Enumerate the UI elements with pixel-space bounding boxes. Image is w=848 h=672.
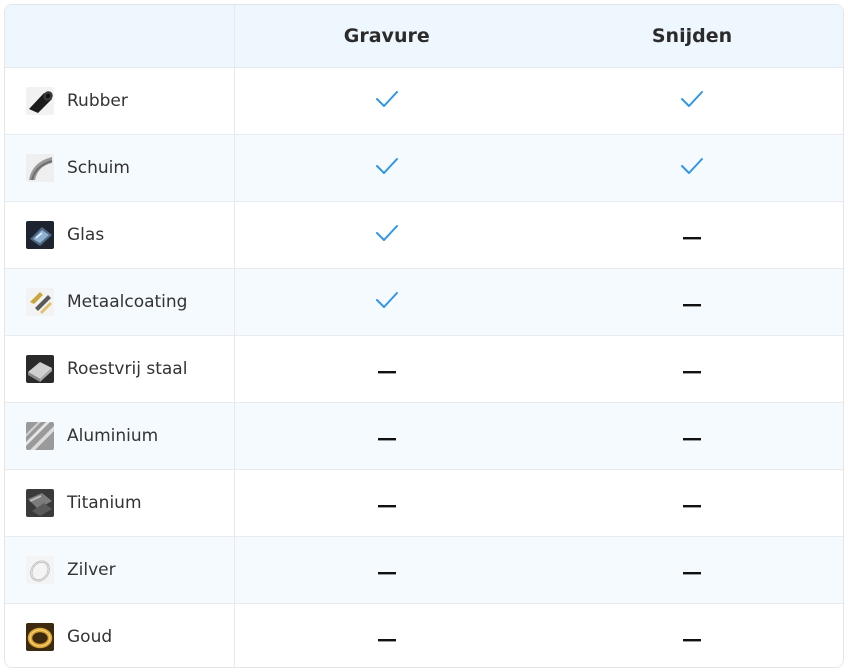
table-row: Titanium <box>5 469 843 537</box>
table-row: Roestvrij staal <box>5 335 843 403</box>
table-row: Schuim <box>5 134 843 202</box>
dash-icon <box>376 494 398 513</box>
dash-icon <box>681 628 703 647</box>
snijden-cell <box>539 67 843 135</box>
dash-icon <box>681 561 703 580</box>
dash-icon <box>376 427 398 446</box>
material: Titanium <box>26 488 233 517</box>
dash-icon <box>681 293 703 312</box>
check-icon <box>680 89 704 113</box>
dash-icon <box>681 494 703 513</box>
table-row: Goud <box>5 603 843 667</box>
table-row: Rubber <box>5 67 843 135</box>
gravure-cell <box>234 67 539 135</box>
material-label: Zilver <box>67 559 116 580</box>
gravure-cell <box>234 335 539 403</box>
foam-icon <box>26 153 54 182</box>
material: Rubber <box>26 86 233 115</box>
material-label: Goud <box>67 626 113 647</box>
material-label: Rubber <box>67 90 128 111</box>
material-cell: Metaalcoating <box>5 268 235 336</box>
material-label: Roestvrij staal <box>67 358 188 379</box>
material: Schuim <box>26 153 233 182</box>
gravure-cell <box>234 134 539 202</box>
dash-icon <box>376 561 398 580</box>
metal-coating-icon <box>26 287 54 316</box>
material-cell: Schuim <box>5 134 235 202</box>
dash-icon <box>681 360 703 379</box>
snijden-cell <box>539 201 843 269</box>
header-snijden: Snijden <box>539 5 843 68</box>
snijden-cell <box>539 134 843 202</box>
compatibility-grid: Gravure Snijden Rubber Schuim Glas Metaalco… <box>5 5 843 667</box>
table-body: Rubber Schuim Glas Metaalcoating Roestvrij s… <box>5 67 843 667</box>
material-cell: Glas <box>5 201 235 269</box>
snijden-cell <box>539 469 843 537</box>
aluminium-icon <box>26 421 54 450</box>
gravure-cell <box>234 402 539 470</box>
material: Aluminium <box>26 421 233 450</box>
material-label: Glas <box>67 224 105 245</box>
material-compatibility-table: Gravure Snijden Rubber Schuim Glas Metaalco… <box>4 4 844 668</box>
material-cell: Roestvrij staal <box>5 335 235 403</box>
silver-ring-icon <box>26 555 54 584</box>
check-icon <box>375 156 399 180</box>
gravure-cell <box>234 536 539 604</box>
dash-icon <box>681 427 703 446</box>
material-label: Titanium <box>67 492 142 513</box>
table-row: Aluminium <box>5 402 843 470</box>
material-cell: Aluminium <box>5 402 235 470</box>
material: Zilver <box>26 555 233 584</box>
header-gravure: Gravure <box>234 5 539 68</box>
material: Glas <box>26 220 233 249</box>
check-icon <box>375 89 399 113</box>
header-row: Gravure Snijden <box>5 5 843 68</box>
check-icon <box>680 156 704 180</box>
dash-icon <box>376 628 398 647</box>
material-cell: Zilver <box>5 536 235 604</box>
material: Goud <box>26 622 233 651</box>
check-icon <box>375 223 399 247</box>
gravure-cell <box>234 268 539 336</box>
gravure-cell <box>234 603 539 667</box>
snijden-cell <box>539 268 843 336</box>
titanium-icon <box>26 488 54 517</box>
material-cell: Titanium <box>5 469 235 537</box>
table-header: Gravure Snijden <box>5 5 843 68</box>
stainless-steel-icon <box>26 354 54 383</box>
table-row: Zilver <box>5 536 843 604</box>
snijden-cell <box>539 536 843 604</box>
snijden-cell <box>539 402 843 470</box>
snijden-cell <box>539 335 843 403</box>
glass-icon <box>26 220 54 249</box>
gold-ring-icon <box>26 622 54 651</box>
gravure-cell <box>234 469 539 537</box>
material-cell: Rubber <box>5 67 235 135</box>
gravure-cell <box>234 201 539 269</box>
material: Roestvrij staal <box>26 354 233 383</box>
snijden-cell <box>539 603 843 667</box>
dash-icon <box>376 360 398 379</box>
material-label: Aluminium <box>67 425 159 446</box>
material-label: Metaalcoating <box>67 291 188 312</box>
header-material-cell <box>5 5 235 68</box>
dash-icon <box>681 226 703 245</box>
material-cell: Goud <box>5 603 235 667</box>
check-icon <box>375 290 399 314</box>
material-label: Schuim <box>67 157 130 178</box>
table-row: Glas <box>5 201 843 269</box>
material: Metaalcoating <box>26 287 233 316</box>
table-row: Metaalcoating <box>5 268 843 336</box>
rubber-roll-icon <box>26 86 54 115</box>
